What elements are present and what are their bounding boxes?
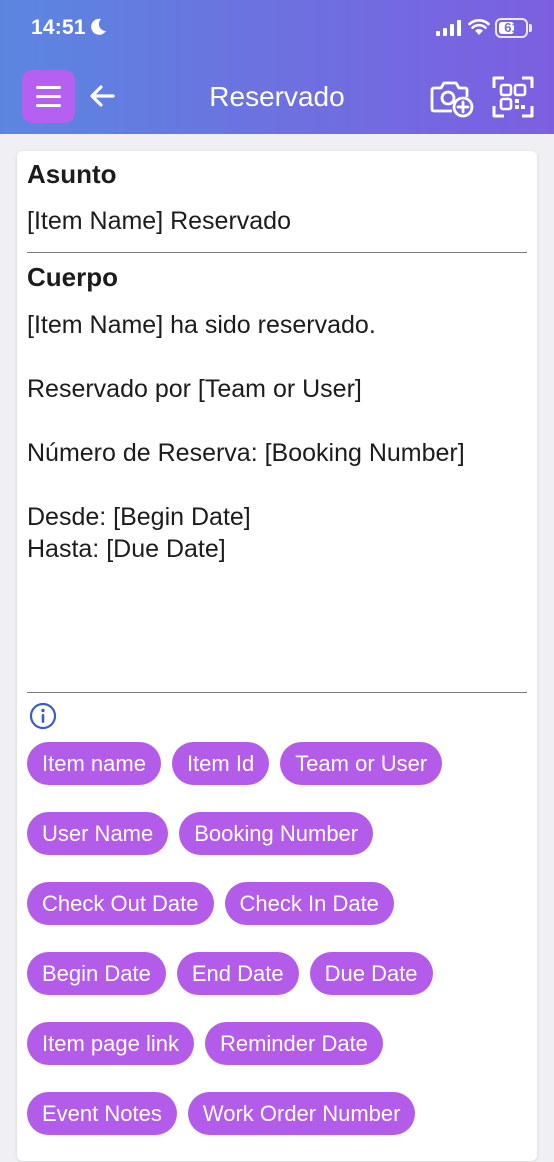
app-header: 14:51 61 Reservado <box>0 0 554 134</box>
page-title: Reservado <box>209 81 345 112</box>
body-divider <box>27 692 527 693</box>
info-icon[interactable] <box>29 702 57 730</box>
placeholder-tag[interactable]: Check In Date <box>224 882 394 925</box>
signal-icon <box>436 20 461 36</box>
tag-row: User Name Booking Number <box>27 812 532 882</box>
battery-level: 61 <box>504 20 519 35</box>
subject-divider <box>27 252 527 253</box>
wifi-icon <box>468 19 490 35</box>
battery-cap <box>529 24 532 32</box>
tag-row: Check Out Date Check In Date <box>27 882 532 952</box>
status-time: 14:51 <box>31 16 86 39</box>
placeholder-tag[interactable]: Team or User <box>280 742 443 785</box>
tag-row: Begin Date End Date Due Date <box>27 952 532 1022</box>
placeholder-tags: Item name Item Id Team or User User Name Boo… <box>27 742 532 1162</box>
placeholder-tag[interactable]: Begin Date <box>27 952 166 995</box>
body-textarea[interactable]: [Item Name] ha sido reservado. Reservado… <box>27 309 527 565</box>
subject-label: Asunto <box>27 159 117 189</box>
back-arrow-icon[interactable] <box>88 82 116 110</box>
placeholder-tag[interactable]: Reminder Date <box>204 1022 383 1065</box>
add-photo-icon[interactable] <box>430 76 474 118</box>
hamburger-icon <box>36 86 61 107</box>
placeholder-tag[interactable]: Due Date <box>309 952 433 995</box>
placeholder-tag[interactable]: Item page link <box>27 1022 194 1065</box>
placeholder-tag[interactable]: Item Id <box>171 742 270 785</box>
moon-icon <box>91 18 106 35</box>
placeholder-tag[interactable]: Check Out Date <box>27 882 214 925</box>
subject-input[interactable]: [Item Name] Reservado <box>27 207 291 236</box>
placeholder-tag[interactable]: User Name <box>27 812 169 855</box>
placeholder-tag[interactable]: Item name <box>27 742 161 785</box>
tag-row: Event Notes Work Order Number <box>27 1092 532 1162</box>
placeholder-tag[interactable]: Booking Number <box>179 812 374 855</box>
template-card: Asunto [Item Name] Reservado Cuerpo [Ite… <box>17 151 537 1161</box>
placeholder-tag[interactable]: Event Notes <box>27 1092 177 1135</box>
placeholder-tag[interactable]: End Date <box>176 952 299 995</box>
qr-scan-icon[interactable] <box>492 76 534 118</box>
tag-row: Item page link Reminder Date <box>27 1022 532 1092</box>
battery-indicator: 61 <box>495 18 533 38</box>
menu-button[interactable] <box>22 70 75 123</box>
placeholder-tag[interactable]: Work Order Number <box>187 1092 416 1135</box>
tag-row: Item name Item Id Team or User <box>27 742 532 812</box>
body-label: Cuerpo <box>27 262 118 292</box>
status-bar: 14:51 61 <box>0 0 554 56</box>
